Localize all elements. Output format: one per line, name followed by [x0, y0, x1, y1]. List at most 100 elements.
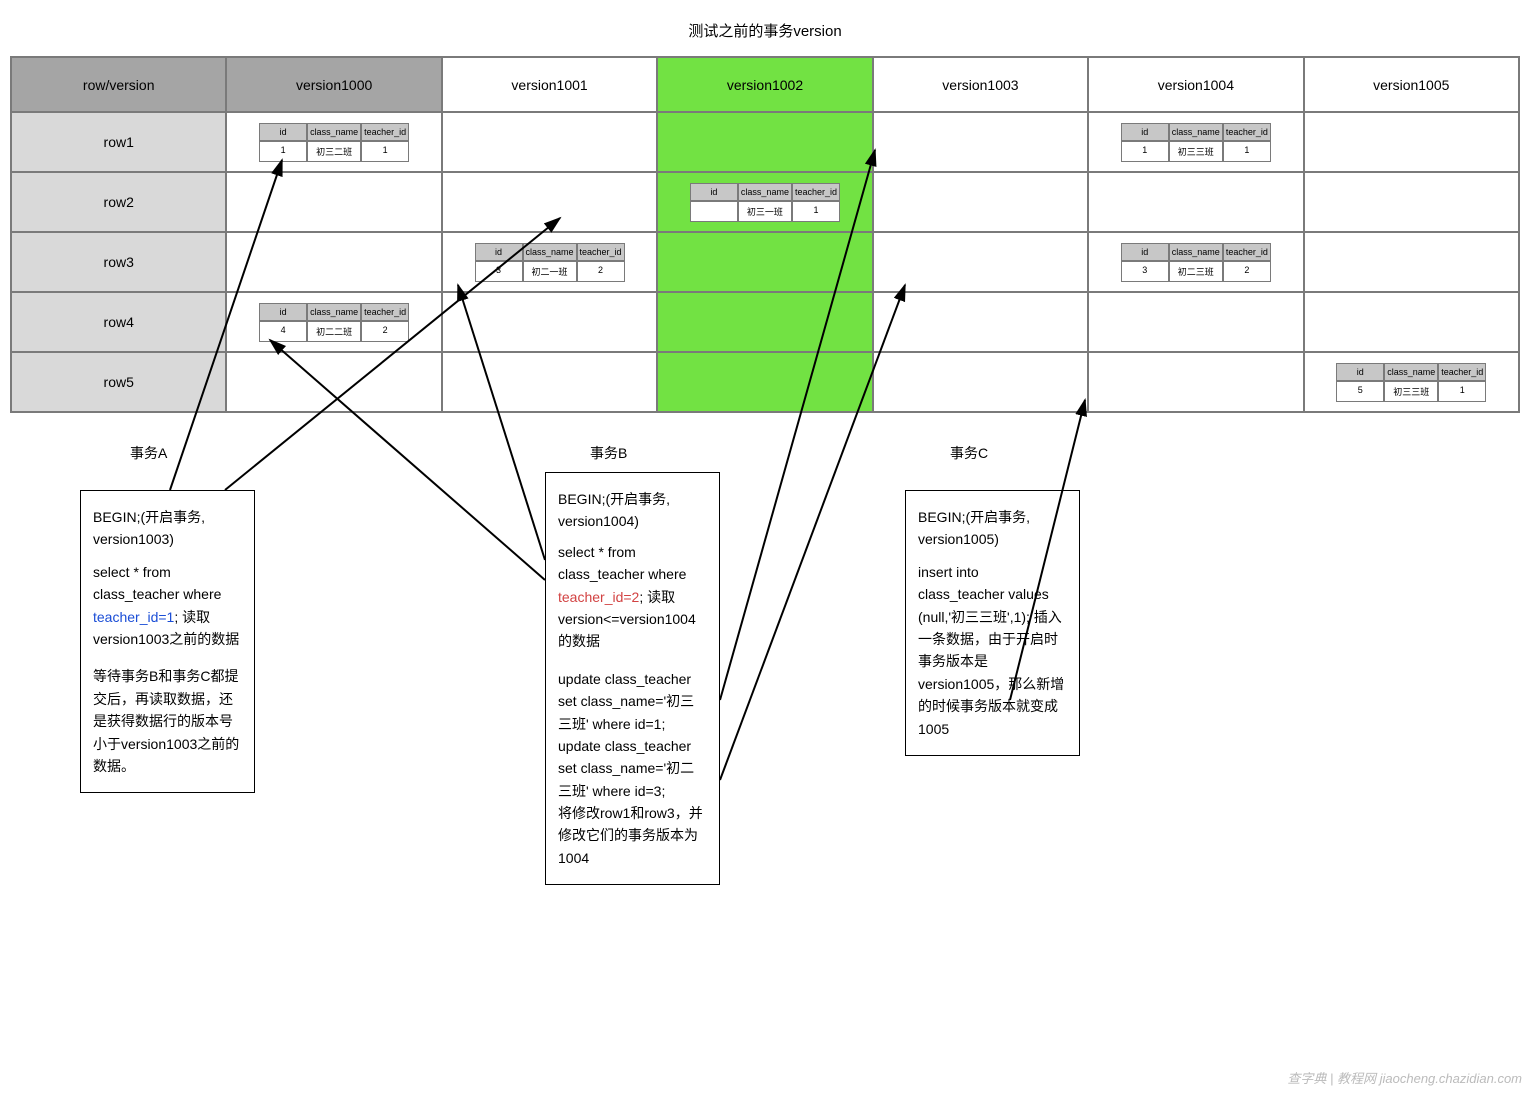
mini-table: idclass_nameteacher_id 4初二二班2 [259, 303, 409, 342]
corner-header: row/version [11, 57, 226, 112]
mini-td: 1 [792, 201, 840, 222]
text-line: BEGIN;(开启事务, version1003) [93, 506, 242, 551]
col-header: version1000 [226, 57, 441, 112]
col-header: version1003 [873, 57, 1088, 112]
col-header: version1001 [442, 57, 657, 112]
data-cell [442, 112, 657, 172]
text-line: BEGIN;(开启事务, version1004) [558, 488, 707, 533]
data-cell [657, 232, 872, 292]
watermark: 查字典 | 教程网 jiaocheng.chazidian.com [1287, 1068, 1522, 1087]
data-cell [1304, 172, 1519, 232]
mini-td: 1 [259, 141, 307, 162]
mini-th: teacher_id [1223, 123, 1271, 141]
mini-td: 5 [1336, 381, 1384, 402]
mini-th: class_name [523, 243, 577, 261]
transaction-a-box: BEGIN;(开启事务, version1003) select * from … [80, 490, 255, 793]
data-cell [1088, 172, 1303, 232]
mini-table: idclass_nameteacher_id 1初三二班1 [259, 123, 409, 162]
diagram-title: 测试之前的事务version [0, 0, 1530, 56]
mini-td: 初二二班 [307, 321, 361, 342]
data-cell: idclass_nameteacher_id 4初二二班2 [226, 292, 441, 352]
mini-td: 初三二班 [307, 141, 361, 162]
mini-td: 1 [361, 141, 409, 162]
data-cell [873, 352, 1088, 412]
row-label: row5 [11, 352, 226, 412]
mini-th: teacher_id [361, 123, 409, 141]
data-cell: idclass_nameteacher_id 1初三二班1 [226, 112, 441, 172]
mini-td: 初二一班 [523, 261, 577, 282]
data-cell [1088, 352, 1303, 412]
mini-th: class_name [307, 123, 361, 141]
mini-td: 2 [361, 321, 409, 342]
data-cell: idclass_nameteacher_id 3初二三班2 [1088, 232, 1303, 292]
data-cell: idclass_nameteacher_id 初三一班1 [657, 172, 872, 232]
text-line: 将修改row1和row3，并修改它们的事务版本为1004 [558, 802, 707, 869]
transaction-c-box: BEGIN;(开启事务, version1005) insert into cl… [905, 490, 1080, 756]
data-cell [1304, 112, 1519, 172]
mini-table: idclass_nameteacher_id 3初二一班2 [475, 243, 625, 282]
mini-th: class_name [307, 303, 361, 321]
mini-th: class_name [1169, 123, 1223, 141]
text-line: select * from class_teacher where teache… [93, 561, 242, 651]
transaction-b-box: BEGIN;(开启事务, version1004) select * from … [545, 472, 720, 885]
mini-td: 初三一班 [738, 201, 792, 222]
text-line: BEGIN;(开启事务, version1005) [918, 506, 1067, 551]
col-header: version1004 [1088, 57, 1303, 112]
mini-td: 初三三班 [1384, 381, 1438, 402]
mini-th: id [259, 123, 307, 141]
mini-td: 2 [1223, 261, 1271, 282]
data-cell [873, 172, 1088, 232]
text-line: insert into class_teacher values (null,'… [918, 561, 1067, 740]
mini-th: teacher_id [1223, 243, 1271, 261]
data-cell [1304, 232, 1519, 292]
col-header: version1005 [1304, 57, 1519, 112]
mini-th: teacher_id [792, 183, 840, 201]
data-cell [442, 352, 657, 412]
data-cell [1088, 292, 1303, 352]
mini-td [690, 201, 738, 222]
mini-td: 2 [577, 261, 625, 282]
row-label: row1 [11, 112, 226, 172]
data-cell: idclass_nameteacher_id 3初二一班2 [442, 232, 657, 292]
text-line: update class_teacher set class_name='初三三… [558, 668, 707, 802]
mini-td: 初二三班 [1169, 261, 1223, 282]
data-cell [442, 172, 657, 232]
data-cell [873, 292, 1088, 352]
row-label: row2 [11, 172, 226, 232]
data-cell [657, 352, 872, 412]
data-cell [657, 292, 872, 352]
version-grid: row/version version1000 version1001 vers… [10, 56, 1520, 413]
mini-th: id [259, 303, 307, 321]
row-label: row3 [11, 232, 226, 292]
text-line: 等待事务B和事务C都提交后，再读取数据，还是获得数据行的版本号小于version… [93, 665, 242, 777]
data-cell: idclass_nameteacher_id 1初三三班1 [1088, 112, 1303, 172]
text-line: select * from class_teacher where teache… [558, 541, 707, 653]
mini-th: class_name [1169, 243, 1223, 261]
mini-td: 1 [1121, 141, 1169, 162]
mini-td: 初三三班 [1169, 141, 1223, 162]
data-cell [442, 292, 657, 352]
mini-td: 3 [1121, 261, 1169, 282]
mini-th: id [1121, 123, 1169, 141]
data-cell [1304, 292, 1519, 352]
mini-table: idclass_nameteacher_id 5初三三班1 [1336, 363, 1486, 402]
data-cell [657, 112, 872, 172]
transaction-b-label: 事务B [590, 443, 627, 463]
data-cell [873, 112, 1088, 172]
mini-th: teacher_id [1438, 363, 1486, 381]
transaction-c-label: 事务C [950, 443, 988, 463]
mini-table: idclass_nameteacher_id 3初二三班2 [1121, 243, 1271, 282]
mini-td: 3 [475, 261, 523, 282]
mini-th: id [1336, 363, 1384, 381]
mini-td: 4 [259, 321, 307, 342]
row-label: row4 [11, 292, 226, 352]
mini-td: 1 [1438, 381, 1486, 402]
data-cell [226, 232, 441, 292]
mini-th: teacher_id [361, 303, 409, 321]
mini-table: idclass_nameteacher_id 1初三三班1 [1121, 123, 1271, 162]
mini-th: id [1121, 243, 1169, 261]
mini-th: id [475, 243, 523, 261]
mini-table: idclass_nameteacher_id 初三一班1 [690, 183, 840, 222]
data-cell [226, 352, 441, 412]
mini-td: 1 [1223, 141, 1271, 162]
